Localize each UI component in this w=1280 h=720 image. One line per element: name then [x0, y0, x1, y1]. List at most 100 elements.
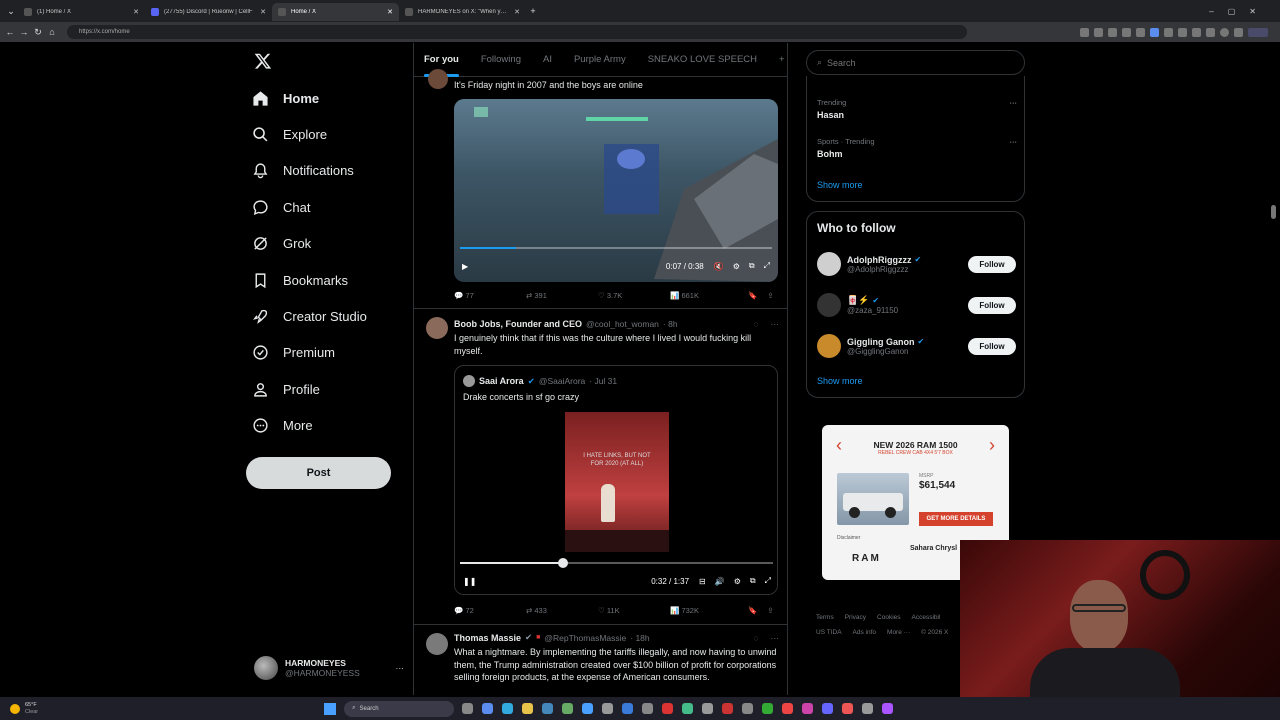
post-2[interactable]: Boob Jobs, Founder and CEO @cool_hot_wom…: [414, 309, 787, 625]
quoted-post[interactable]: Saai Arora ✔ @SaaiArora · Jul 31 Drake c…: [454, 365, 778, 595]
page-scrollbar[interactable]: [1271, 205, 1276, 219]
close-tab-icon[interactable]: ✕: [133, 8, 139, 16]
back-icon[interactable]: ←: [3, 27, 17, 37]
footer-link[interactable]: Ads info: [853, 629, 877, 636]
post-1[interactable]: It's Friday night in 2007 and the boys a…: [414, 69, 787, 309]
tab-sneako-love-speech[interactable]: SNEAKO LOVE SPEECH: [648, 54, 757, 65]
browser-toolbar-icons[interactable]: [1075, 27, 1268, 37]
close-tab-icon[interactable]: ✕: [387, 8, 393, 16]
more-dots-icon[interactable]: ···: [1010, 98, 1018, 107]
taskbar-app-icon[interactable]: [882, 703, 894, 714]
pause-icon[interactable]: ❚❚: [463, 577, 476, 586]
taskbar-app-icon[interactable]: [862, 703, 874, 714]
taskbar-app-icon[interactable]: [782, 703, 794, 714]
follow-suggestion[interactable]: 🀄⚡ ✔ @zaza_91150 Follow: [817, 291, 1016, 319]
close-tab-icon[interactable]: ✕: [514, 8, 520, 16]
follow-suggestion[interactable]: AdolphRiggzzz ✔ @AdolphRiggzzz Follow: [817, 250, 1016, 278]
search-box[interactable]: ⌕: [806, 50, 1025, 75]
settings-gear-icon[interactable]: ⚙: [733, 262, 740, 271]
author-name[interactable]: Boob Jobs, Founder and CEO: [454, 319, 582, 329]
x-logo[interactable]: [254, 52, 272, 70]
sidebar-item-chat[interactable]: Chat: [252, 192, 310, 222]
sidebar-item-profile[interactable]: Profile: [252, 374, 320, 404]
taskbar-app-icon[interactable]: [742, 703, 754, 714]
tab-ai[interactable]: AI: [543, 54, 552, 65]
footer-link[interactable]: Terms: [816, 614, 834, 621]
footer-link[interactable]: US TIDA: [816, 629, 842, 636]
more-dots-icon[interactable]: ···: [771, 633, 780, 643]
follow-button[interactable]: Follow: [968, 337, 1016, 355]
footer-link[interactable]: Cookies: [877, 614, 900, 621]
views-button[interactable]: 📊 732K: [670, 606, 748, 615]
tab-menu-icon[interactable]: ⌄: [4, 6, 18, 17]
taskbar-app-icon[interactable]: [802, 703, 814, 714]
browser-tab-1[interactable]: (1) Home / X ✕: [18, 3, 145, 21]
sidebar-item-notifications[interactable]: Notifications: [252, 156, 354, 186]
forward-icon[interactable]: →: [17, 27, 31, 37]
reload-icon[interactable]: ↻: [31, 27, 45, 38]
taskbar-app-icon[interactable]: [762, 703, 774, 714]
settings-gear-icon[interactable]: ⚙: [734, 577, 741, 586]
follow-button[interactable]: Follow: [968, 255, 1016, 273]
sidebar-item-bookmarks[interactable]: Bookmarks: [252, 265, 348, 295]
tab-following[interactable]: Following: [481, 54, 521, 65]
follow-button[interactable]: Follow: [968, 296, 1016, 314]
repost-button[interactable]: ⇄ 433: [526, 606, 598, 615]
sidebar-item-grok[interactable]: Grok: [252, 229, 311, 259]
grok-icon[interactable]: ◌: [753, 319, 758, 329]
views-button[interactable]: 📊 661K: [670, 291, 748, 300]
reply-button[interactable]: 💬 77: [454, 291, 526, 300]
video-player[interactable]: ▶ 0:07 / 0:38 🔇 ⚙ ⧉ ⤢: [454, 99, 778, 282]
search-input[interactable]: [827, 57, 1008, 68]
sidebar-item-more[interactable]: More: [252, 411, 313, 441]
taskbar-app-icon[interactable]: [702, 703, 714, 714]
video-progress-track[interactable]: [460, 247, 772, 249]
author-handle[interactable]: @cool_hot_woman: [586, 319, 659, 329]
more-dots-icon[interactable]: ···: [771, 319, 780, 329]
add-tab-button[interactable]: +: [779, 54, 785, 65]
taskbar-app-icon[interactable]: [562, 703, 574, 714]
start-icon[interactable]: [324, 702, 337, 715]
captions-icon[interactable]: ⊟: [699, 577, 706, 586]
bookmark-icon[interactable]: 🔖: [748, 606, 757, 615]
sidebar-item-premium[interactable]: Premium: [252, 338, 335, 368]
more-dots-icon[interactable]: ···: [396, 663, 405, 673]
pip-icon[interactable]: ⧉: [749, 261, 755, 271]
show-more-link[interactable]: Show more: [817, 180, 863, 190]
browser-tab-3[interactable]: Home / X ✕: [272, 3, 399, 21]
taskbar-app-icon[interactable]: [602, 703, 614, 714]
post-3[interactable]: Thomas Massie ✔ ■ @RepThomasMassie · 18h…: [414, 625, 787, 695]
grok-icon[interactable]: ◌: [753, 633, 758, 643]
video-progress-track[interactable]: [460, 558, 773, 568]
home-page-icon[interactable]: ⌂: [45, 27, 59, 37]
volume-icon[interactable]: 🔊: [715, 577, 725, 586]
trend-item-2[interactable]: Sports · Trending Bohm ···: [817, 137, 1017, 159]
post-button[interactable]: Post: [246, 457, 391, 489]
fullscreen-icon[interactable]: ⤢: [764, 261, 770, 271]
play-icon[interactable]: ▶: [462, 262, 468, 271]
taskbar-app-icon[interactable]: [822, 703, 834, 714]
video-scrubber-handle[interactable]: [558, 558, 569, 568]
follow-suggestion[interactable]: Giggling Ganon ✔ @GigglingGanon Follow: [817, 332, 1016, 360]
show-more-link[interactable]: Show more: [817, 376, 863, 386]
taskbar-search[interactable]: ⌕ Search: [344, 700, 455, 717]
trend-item-1[interactable]: Trending Hasan ···: [817, 98, 1017, 120]
taskbar-app-icon[interactable]: [502, 703, 514, 714]
tab-purple-army[interactable]: Purple Army: [574, 54, 626, 65]
taskbar-app-icon[interactable]: [542, 703, 554, 714]
new-tab-button[interactable]: +: [526, 6, 540, 16]
repost-button[interactable]: ⇄ 391: [526, 291, 598, 300]
bookmark-icon[interactable]: 🔖: [748, 291, 757, 300]
taskbar-app-icon[interactable]: [462, 703, 474, 714]
sidebar-item-creator-studio[interactable]: Creator Studio: [252, 301, 367, 331]
get-details-button[interactable]: GET MORE DETAILS: [919, 512, 993, 526]
taskbar-app-icon[interactable]: [722, 703, 734, 714]
ad-disclaimer[interactable]: Disclaimer: [837, 535, 860, 541]
author-handle[interactable]: @RepThomasMassie: [544, 633, 626, 643]
taskbar-app-icon[interactable]: [582, 703, 594, 714]
tab-for-you[interactable]: For you: [424, 54, 459, 77]
taskbar-app-icon[interactable]: [522, 703, 534, 714]
close-tab-icon[interactable]: ✕: [260, 8, 266, 16]
taskbar-app-icon[interactable]: [662, 703, 674, 714]
reply-button[interactable]: 💬 72: [454, 606, 526, 615]
